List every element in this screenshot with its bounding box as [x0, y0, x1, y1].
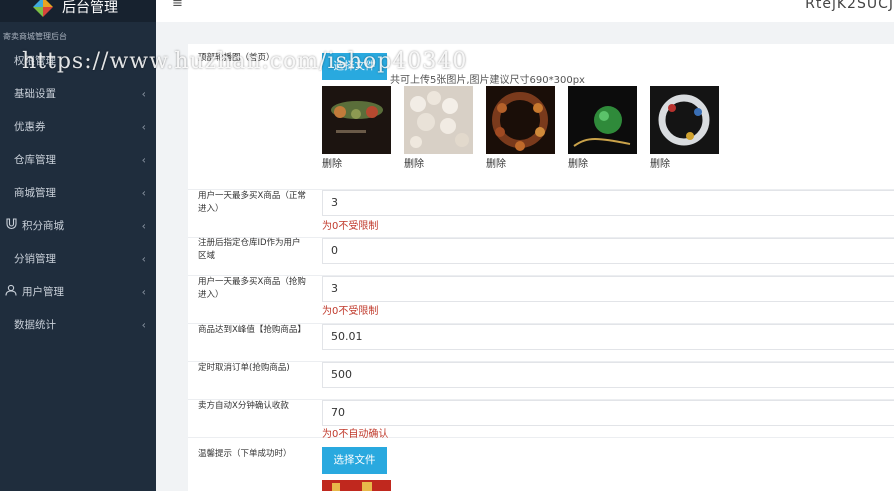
chevron-left-icon: ‹ — [141, 120, 146, 133]
sidebar-item-mall[interactable]: 商城管理 ‹ — [0, 176, 156, 209]
topbar: ≡ RtejK2SUCJ — [156, 0, 894, 22]
banner-image-4 — [568, 86, 637, 154]
banner-image-2 — [404, 86, 473, 154]
sidebar-item-label: 商城管理 — [14, 187, 56, 199]
sidebar-item-label: 权限管理 — [14, 55, 56, 67]
chevron-left-icon: ‹ — [141, 318, 146, 331]
sidebar-item-label: 优惠券 — [14, 121, 46, 133]
banner-delete-3[interactable]: 删除 — [486, 155, 506, 170]
warm-tip-label: 温馨提示（下单成功时） — [198, 449, 292, 459]
settings-form: 顶部轮播图（首页） 选择文件 共可上传5张图片,图片建议尺寸690*300px … — [188, 44, 894, 491]
banner-delete-5[interactable]: 删除 — [650, 155, 670, 170]
daily-limit-rush-input[interactable]: 3 — [322, 276, 894, 302]
sidebar-item-label: 数据统计 — [14, 319, 56, 331]
app-subtitle: 寄卖商城管理后台 — [3, 32, 67, 41]
chevron-left-icon: ‹ — [141, 87, 146, 100]
sidebar-item-statistics[interactable]: 数据统计 ‹ — [0, 308, 156, 341]
main-content: 顶部轮播图（首页） 选择文件 共可上传5张图片,图片建议尺寸690*300px … — [156, 22, 894, 491]
sidebar-menu: 权限管理 ‹ 基础设置 ‹ 优惠券 ‹ 仓库管理 ‹ 商城管理 ‹ 积分商城 ‹… — [0, 44, 156, 341]
peak-price-label: 商品达到X峰值【抢购商品】 — [198, 325, 306, 335]
banner-upload-tip: 共可上传5张图片,图片建议尺寸690*300px — [390, 75, 585, 86]
auto-confirm-input[interactable]: 70 — [322, 400, 894, 426]
user-name[interactable]: RtejK2SUCJ — [805, 0, 894, 12]
sidebar-item-label: 积分商城 — [22, 220, 64, 232]
warehouse-region-row: 注册后指定仓库ID作为用户区域 0 — [188, 238, 894, 276]
magnet-icon — [4, 218, 18, 233]
brand[interactable]: 后台管理 — [0, 0, 156, 22]
sidebar: 后台管理 寄卖商城管理后台 权限管理 ‹ 基础设置 ‹ 优惠券 ‹ 仓库管理 ‹… — [0, 0, 156, 491]
chevron-left-icon: ‹ — [141, 285, 146, 298]
sidebar-item-label: 基础设置 — [14, 88, 56, 100]
banner-upload-button[interactable]: 选择文件 — [322, 53, 387, 80]
banner-delete-2[interactable]: 删除 — [404, 155, 424, 170]
user-icon — [4, 284, 18, 299]
daily-limit-normal-row: 用户一天最多买X商品（正常进入） 3 为0不受限制 — [188, 190, 894, 238]
daily-limit-normal-hint: 为0不受限制 — [322, 221, 379, 232]
daily-limit-normal-input[interactable]: 3 — [322, 190, 894, 216]
auto-cancel-input[interactable]: 500 — [322, 362, 894, 388]
app-title: 后台管理 — [62, 0, 118, 16]
warm-tip-row: 温馨提示（下单成功时） 选择文件 — [188, 438, 894, 491]
sidebar-item-distribution[interactable]: 分销管理 ‹ — [0, 242, 156, 275]
sidebar-item-points-mall[interactable]: 积分商城 ‹ — [0, 209, 156, 242]
sidebar-item-label: 仓库管理 — [14, 154, 56, 166]
banner-image-3 — [486, 86, 555, 154]
chevron-left-icon: ‹ — [141, 186, 146, 199]
peak-price-row: 商品达到X峰值【抢购商品】 50.01 — [188, 324, 894, 362]
chevron-left-icon: ‹ — [141, 252, 146, 265]
peak-price-input[interactable]: 50.01 — [322, 324, 894, 350]
chevron-left-icon: ‹ — [141, 219, 146, 232]
warm-tip-upload-button[interactable]: 选择文件 — [322, 447, 387, 474]
sidebar-item-basic-settings[interactable]: 基础设置 ‹ — [0, 77, 156, 110]
banner-row: 顶部轮播图（首页） 选择文件 共可上传5张图片,图片建议尺寸690*300px … — [188, 44, 894, 190]
warehouse-region-label: 注册后指定仓库ID作为用户区域 — [198, 238, 301, 261]
sidebar-item-label: 用户管理 — [22, 286, 64, 298]
banner-delete-1[interactable]: 删除 — [322, 155, 342, 170]
auto-cancel-label: 定时取消订单(抢购商品) — [198, 363, 290, 373]
daily-limit-rush-row: 用户一天最多买X商品（抢购进入） 3 为0不受限制 — [188, 276, 894, 324]
banner-image-5 — [650, 86, 719, 154]
daily-limit-normal-label: 用户一天最多买X商品（正常进入） — [198, 191, 306, 214]
daily-limit-rush-hint: 为0不受限制 — [322, 306, 379, 317]
warehouse-region-input[interactable]: 0 — [322, 238, 894, 264]
warm-tip-image — [322, 480, 391, 491]
auto-cancel-row: 定时取消订单(抢购商品) 500 — [188, 362, 894, 400]
chevron-left-icon: ‹ — [141, 153, 146, 166]
auto-confirm-row: 卖方自动X分钟确认收款 70 为0不自动确认 — [188, 400, 894, 440]
sidebar-item-coupons[interactable]: 优惠券 ‹ — [0, 110, 156, 143]
sidebar-item-label: 分销管理 — [14, 253, 56, 265]
hamburger-icon[interactable]: ≡ — [172, 0, 183, 10]
sidebar-item-users[interactable]: 用户管理 ‹ — [0, 275, 156, 308]
banner-image-1 — [322, 86, 391, 154]
auto-confirm-label: 卖方自动X分钟确认收款 — [198, 401, 289, 411]
sidebar-item-warehouse[interactable]: 仓库管理 ‹ — [0, 143, 156, 176]
app-logo — [32, 0, 54, 18]
chevron-left-icon: ‹ — [141, 54, 146, 67]
banner-delete-4[interactable]: 删除 — [568, 155, 588, 170]
sidebar-item-permissions[interactable]: 权限管理 ‹ — [0, 44, 156, 77]
banner-label: 顶部轮播图（首页） — [198, 53, 275, 63]
daily-limit-rush-label: 用户一天最多买X商品（抢购进入） — [198, 277, 306, 300]
